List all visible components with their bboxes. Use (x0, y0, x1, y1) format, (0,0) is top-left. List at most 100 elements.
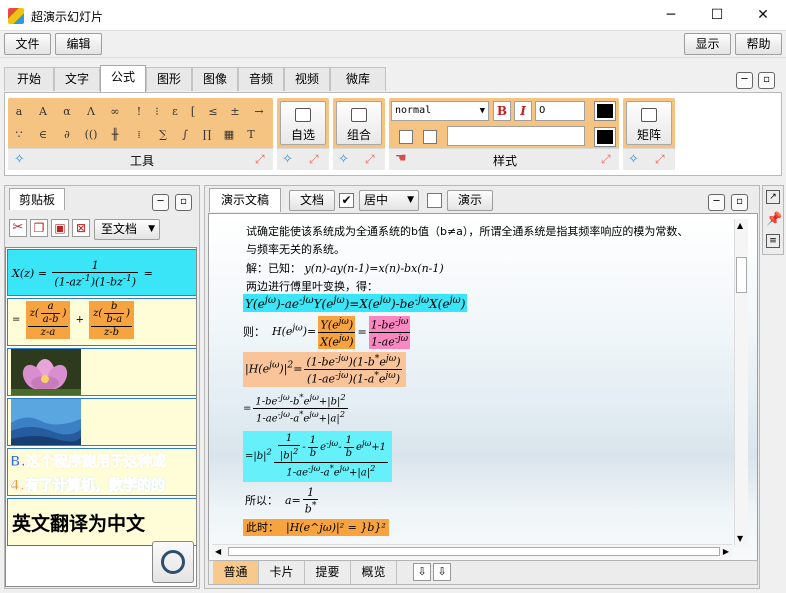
horizontal-scroll-thumb[interactable] (228, 547, 720, 556)
clip-item-flower-image[interactable] (7, 348, 196, 396)
tab-audio[interactable]: 音频 (238, 67, 284, 91)
checkbox-2[interactable] (423, 130, 437, 144)
slide-canvas[interactable]: 试确定能使该系统成为全通系统的b值（b≠a），所谓全通系统是指其频率响应的模为常… (208, 213, 758, 561)
editor-minimize-icon[interactable]: ─ (708, 194, 725, 211)
italic-button[interactable]: I (514, 101, 532, 121)
align-checkbox[interactable]: ✔ (339, 193, 354, 208)
tab-text[interactable]: 文字 (54, 67, 100, 91)
hand-pointer-icon[interactable]: ☚ (395, 151, 407, 166)
clip-item-text[interactable]: B.这个程序能用于这种或 4.有了计算机，数学的的 (7, 448, 196, 496)
magic-wand-icon[interactable]: ✧ (282, 152, 293, 167)
symbol-matrix[interactable]: ▦ (218, 125, 240, 145)
export-icon[interactable]: ⇩ (433, 563, 451, 581)
clipboard-minimize-icon[interactable]: ─ (152, 194, 169, 211)
clip-item-formula-2[interactable]: = z(a a-b) z-a + z(b b-a) z-b (7, 298, 196, 346)
pin-icon[interactable]: 📌 (766, 212, 782, 227)
tab-shape[interactable]: 图形 (146, 67, 192, 91)
horizontal-scrollbar[interactable]: ◀ ▶ (212, 544, 732, 558)
select-button[interactable]: 自选 (280, 101, 326, 145)
menu-edit[interactable]: 编辑 (55, 33, 102, 55)
present-button[interactable]: 演示 (447, 190, 493, 211)
clip-item-mountain-image[interactable] (7, 398, 196, 446)
clip-item-heading[interactable]: 英文翻译为中文 (7, 498, 196, 546)
ribbon-restore-icon[interactable]: ▫ (758, 72, 775, 89)
style-text-field[interactable] (447, 126, 585, 146)
size-spinner[interactable]: 0 (535, 101, 585, 121)
expand-icon[interactable]: ⤢ (601, 152, 611, 167)
vertical-scrollbar[interactable]: ▲ ▼ (734, 219, 748, 545)
copy-icon[interactable]: ❐ (30, 219, 48, 237)
ribbon-minimize-icon[interactable]: ─ (736, 72, 753, 89)
magic-wand-icon[interactable]: ✧ (14, 152, 25, 167)
cut-icon[interactable]: ✂ (9, 219, 27, 237)
popout-icon[interactable]: ↗ (766, 190, 780, 204)
symbol-text[interactable]: T (240, 125, 262, 145)
color-swatch-1[interactable] (594, 101, 616, 121)
matrix-button[interactable]: 矩阵 (626, 101, 672, 145)
symbol-partial[interactable]: ∂ (56, 125, 78, 145)
checkbox-1[interactable] (399, 130, 413, 144)
tab-card[interactable]: 卡片 (259, 561, 305, 584)
record-button[interactable] (152, 541, 194, 583)
expand-icon[interactable]: ⤢ (655, 152, 665, 167)
symbol-a[interactable]: a (8, 102, 30, 122)
presentation-tab[interactable]: 演示文稿 (209, 188, 281, 212)
expand-icon[interactable]: ⤢ (365, 152, 375, 167)
to-document-button[interactable]: 至文档 ▼ (94, 219, 160, 240)
symbol-integral[interactable]: ∫ (174, 125, 196, 145)
tab-normal[interactable]: 普通 (213, 561, 259, 584)
tab-formula[interactable]: 公式 (100, 65, 146, 93)
tab-outline[interactable]: 提要 (305, 561, 351, 584)
symbol-arrow[interactable]: → (248, 102, 270, 122)
tab-image[interactable]: 图像 (192, 67, 238, 91)
magic-wand-icon[interactable]: ✧ (628, 152, 639, 167)
color-swatch-2[interactable] (594, 127, 616, 147)
minimize-button[interactable]: ─ (648, 0, 694, 31)
symbol-in[interactable]: ∈ (32, 125, 54, 145)
editor-restore-icon[interactable]: ▫ (731, 194, 748, 211)
symbol-lambda[interactable]: Λ (80, 102, 102, 122)
tab-library[interactable]: 微库 (330, 67, 386, 91)
symbol-alpha[interactable]: α (56, 102, 78, 122)
magic-wand-icon[interactable]: ✧ (338, 152, 349, 167)
doc-button[interactable]: 文档 (289, 190, 335, 211)
scroll-down-icon[interactable]: ▼ (737, 534, 743, 543)
symbol-bracket[interactable]: [ (182, 102, 204, 122)
menu-help[interactable]: 帮助 (735, 33, 782, 55)
symbol-vbars[interactable]: ╫ (104, 125, 126, 145)
scroll-right-icon[interactable]: ▶ (723, 547, 729, 556)
bold-button[interactable]: B (493, 101, 511, 121)
combine-button[interactable]: 组合 (336, 101, 382, 145)
close-button[interactable]: ✕ (740, 0, 786, 31)
symbol-A[interactable]: A (32, 102, 54, 122)
symbol-because[interactable]: ∵ (8, 125, 30, 145)
paste-icon[interactable]: ▣ (51, 219, 69, 237)
expand-icon[interactable]: ⤢ (255, 152, 265, 167)
expand-icon[interactable]: ⤢ (309, 152, 319, 167)
style-select[interactable]: normal ▼ (391, 101, 489, 121)
tab-overview[interactable]: 概览 (351, 561, 397, 584)
scroll-up-icon[interactable]: ▲ (737, 221, 743, 230)
symbol-infinity[interactable]: ∞ (104, 102, 126, 122)
menu-file[interactable]: 文件 (4, 33, 51, 55)
tab-start[interactable]: 开始 (4, 67, 54, 91)
align-select[interactable]: 居中 ▼ (359, 190, 419, 211)
tab-video[interactable]: 视频 (284, 67, 330, 91)
clipboard-restore-icon[interactable]: ▫ (175, 194, 192, 211)
symbol-sum[interactable]: ∑ (152, 125, 174, 145)
clip-item-formula-1[interactable]: X(z) = 1 (1-az-1)(1-bz-1) = (7, 249, 196, 296)
import-icon[interactable]: ⇩ (413, 563, 431, 581)
vertical-scroll-thumb[interactable] (736, 257, 747, 293)
delete-icon[interactable]: ⊠ (72, 219, 90, 237)
scroll-left-icon[interactable]: ◀ (215, 547, 221, 556)
maximize-button[interactable]: ☐ (694, 0, 740, 31)
symbol-pm[interactable]: ± (224, 102, 246, 122)
symbol-leq[interactable]: ≤ (202, 102, 224, 122)
symbol-product[interactable]: ∏ (196, 125, 218, 145)
clipboard-tab[interactable]: 剪贴板 (9, 188, 65, 210)
symbol-parens[interactable]: (() (80, 125, 102, 145)
symbol-vdots[interactable]: ⁞ (128, 125, 150, 145)
panel-icon[interactable]: ≡ (766, 234, 780, 248)
menu-view[interactable]: 显示 (684, 33, 731, 55)
present-checkbox[interactable] (427, 193, 442, 208)
